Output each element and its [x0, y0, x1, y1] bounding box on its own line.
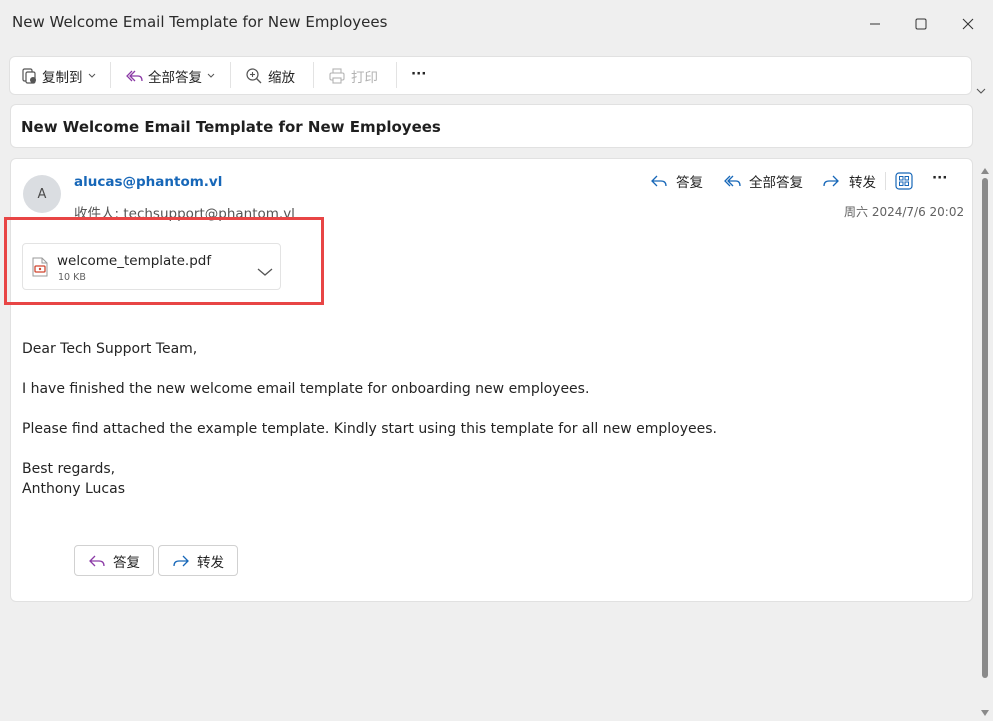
forward-button[interactable]: 转发: [822, 170, 876, 192]
body-signature: Anthony Lucas: [22, 481, 125, 497]
footer-reply-label: 答复: [113, 554, 140, 571]
message-subject: New Welcome Email Template for New Emplo…: [21, 118, 441, 136]
sender-address[interactable]: alucas@phantom.vl: [74, 174, 222, 190]
zoom-button[interactable]: 缩放: [245, 56, 295, 95]
reply-all-icon: [724, 175, 741, 187]
attachment-highlight-box: [4, 217, 324, 305]
toolbar-divider: [396, 62, 397, 88]
maximize-icon: [915, 18, 927, 30]
printer-icon: [329, 67, 345, 84]
scrollbar-thumb[interactable]: [982, 178, 988, 678]
toolbar-divider: [230, 62, 231, 88]
minimize-button[interactable]: [860, 10, 890, 38]
zoom-label: 缩放: [268, 69, 295, 86]
scroll-up-arrow[interactable]: [980, 160, 990, 179]
close-button[interactable]: [953, 10, 983, 38]
footer-reply-button[interactable]: 答复: [74, 545, 154, 576]
reply-all-label: 全部答复: [749, 175, 803, 191]
reply-all-button[interactable]: 全部答复: [722, 170, 803, 192]
reply-all-icon: [126, 70, 143, 81]
message-more-button[interactable]: ···: [932, 167, 947, 189]
sent-date: 周六 2024/7/6 20:02: [844, 205, 965, 219]
chevron-down-icon: [88, 73, 95, 78]
more-options-button[interactable]: ···: [411, 54, 426, 93]
toolbar-divider: [110, 62, 111, 88]
zoom-icon: [246, 67, 262, 83]
body-closing: Best regards,: [22, 461, 116, 477]
avatar[interactable]: A: [23, 175, 61, 213]
scroll-down-arrow[interactable]: [980, 702, 990, 721]
action-divider: [885, 172, 886, 190]
reply-all-toolbar-button[interactable]: 全部答复: [124, 56, 215, 95]
forward-icon: [823, 175, 839, 187]
reply-icon: [651, 175, 667, 187]
minimize-icon: [870, 23, 880, 25]
apps-grid-icon: [895, 172, 913, 190]
print-button[interactable]: 打印: [328, 56, 378, 95]
forward-label: 转发: [849, 175, 876, 191]
copy-to-icon: [22, 67, 36, 84]
forward-icon: [173, 555, 189, 566]
print-label: 打印: [351, 69, 378, 86]
copy-to-label: 复制到: [42, 69, 83, 86]
toolbar-divider: [313, 62, 314, 88]
close-icon: [962, 18, 974, 30]
toolbar-expand-chevron[interactable]: [976, 80, 986, 99]
reply-all-toolbar-label: 全部答复: [148, 69, 202, 86]
chevron-down-icon: [207, 73, 215, 78]
body-paragraph: Please find attached the example templat…: [22, 421, 717, 437]
reply-button[interactable]: 答复: [650, 170, 703, 192]
maximize-button[interactable]: [906, 10, 936, 38]
reply-icon: [89, 555, 105, 566]
window-title: New Welcome Email Template for New Emplo…: [12, 13, 388, 31]
reply-label: 答复: [676, 175, 703, 191]
footer-forward-label: 转发: [197, 554, 224, 571]
body-paragraph: I have finished the new welcome email te…: [22, 381, 590, 397]
copy-to-button[interactable]: 复制到: [20, 56, 96, 95]
footer-forward-button[interactable]: 转发: [158, 545, 238, 576]
apps-button[interactable]: [895, 172, 913, 194]
chevron-down-icon: [976, 88, 986, 94]
subject-bar: New Welcome Email Template for New Emplo…: [10, 104, 973, 148]
body-greeting: Dear Tech Support Team,: [22, 341, 198, 357]
